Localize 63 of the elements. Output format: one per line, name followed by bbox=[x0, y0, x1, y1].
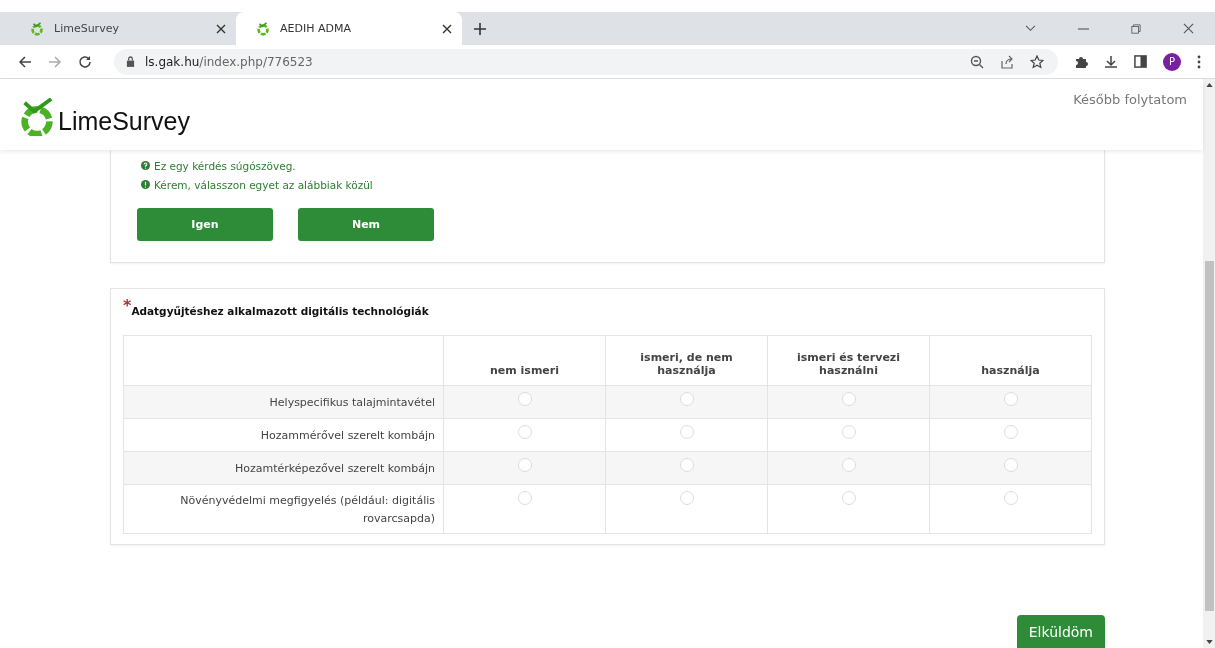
radio-button[interactable] bbox=[679, 425, 694, 439]
star-icon[interactable] bbox=[1030, 54, 1044, 69]
reload-icon[interactable] bbox=[78, 54, 92, 69]
restore-icon[interactable] bbox=[1131, 23, 1141, 34]
lime-logo-icon bbox=[18, 98, 56, 136]
scroll-up-icon[interactable] bbox=[1205, 83, 1213, 87]
radio-button[interactable] bbox=[1003, 458, 1018, 472]
side-panel-icon[interactable] bbox=[1134, 55, 1147, 68]
download-icon[interactable] bbox=[1104, 54, 1118, 69]
radio-button[interactable] bbox=[841, 491, 856, 505]
puzzle-icon[interactable] bbox=[1074, 54, 1088, 69]
row-label: Helyspecifikus talajmintavétel bbox=[123, 385, 444, 419]
radio-button[interactable] bbox=[1003, 392, 1018, 406]
submit-button[interactable]: Elküldöm bbox=[1016, 615, 1105, 648]
zoom-out-icon[interactable] bbox=[970, 54, 984, 69]
column-header: ismeri, de nem használja bbox=[605, 335, 768, 386]
radio-button[interactable] bbox=[841, 425, 856, 439]
help-text: Ez egy kérdés súgószöveg. bbox=[154, 159, 296, 172]
column-header: nem ismeri bbox=[443, 335, 606, 386]
question-title: Adatgyűjtéshez alkalmazott digitális technológiák bbox=[131, 305, 429, 317]
browser-tab[interactable]: LimeSurvey bbox=[10, 12, 236, 45]
scrollbar[interactable] bbox=[1203, 79, 1215, 648]
radio-button[interactable] bbox=[841, 458, 856, 472]
radio-button[interactable] bbox=[679, 458, 694, 472]
radio-button[interactable] bbox=[679, 392, 694, 406]
radio-button[interactable] bbox=[1003, 425, 1018, 439]
row-label: Hozamtérképezővel szerelt kombájn bbox=[123, 451, 444, 485]
browser-tab[interactable]: AEDIH ADMA bbox=[236, 12, 462, 45]
row-label: Növényvédelmi megfigyelés (például: digitális rovarcsapda) bbox=[123, 484, 444, 534]
new-tab-icon[interactable] bbox=[474, 22, 486, 35]
tip-text: Kérem, válasszon egyet az alábbiak közül bbox=[154, 178, 373, 191]
share-icon[interactable] bbox=[1000, 54, 1014, 69]
lime-logo-icon bbox=[256, 21, 270, 36]
menu-icon[interactable] bbox=[1197, 54, 1201, 69]
lime-logo-icon bbox=[30, 21, 44, 36]
answer-button[interactable]: Igen bbox=[137, 208, 273, 241]
minimize-icon[interactable] bbox=[1078, 27, 1089, 30]
chevron-down-icon[interactable] bbox=[1025, 25, 1036, 32]
close-icon[interactable] bbox=[442, 23, 452, 34]
close-icon[interactable] bbox=[216, 23, 226, 34]
radio-button[interactable] bbox=[841, 392, 856, 406]
back-icon[interactable] bbox=[18, 54, 32, 69]
profile-avatar[interactable]: P bbox=[1163, 52, 1181, 71]
radio-button[interactable] bbox=[517, 425, 532, 439]
address-bar[interactable]: ls.gak.hu/index.php/776523 bbox=[114, 48, 1058, 75]
scroll-thumb[interactable] bbox=[1204, 261, 1214, 611]
forward-icon[interactable] bbox=[48, 54, 62, 69]
column-header: ismeri és tervezi használni bbox=[767, 335, 930, 386]
row-label: Hozammérővel szerelt kombájn bbox=[123, 418, 444, 452]
lock-icon bbox=[126, 56, 135, 67]
answer-button[interactable]: Nem bbox=[298, 208, 434, 241]
radio-button[interactable] bbox=[517, 491, 532, 505]
exclamation-icon bbox=[141, 180, 150, 189]
radio-button[interactable] bbox=[517, 392, 532, 406]
radio-button[interactable] bbox=[679, 491, 694, 505]
resume-later-link[interactable]: Később folytatom bbox=[1073, 92, 1187, 150]
column-header: használja bbox=[929, 335, 1092, 386]
required-mark: * bbox=[123, 299, 132, 313]
help-icon bbox=[141, 161, 150, 170]
radio-button[interactable] bbox=[1003, 491, 1018, 505]
logo-text: LimeSurvey bbox=[58, 107, 190, 136]
radio-button[interactable] bbox=[517, 458, 532, 472]
scroll-down-icon[interactable] bbox=[1205, 640, 1213, 644]
